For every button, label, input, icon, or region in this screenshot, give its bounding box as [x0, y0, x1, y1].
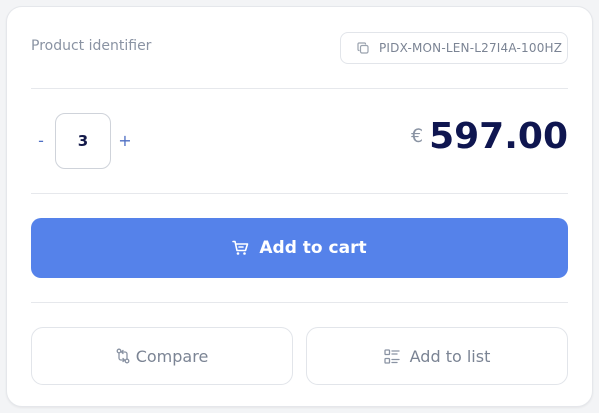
- copy-icon: [357, 42, 369, 54]
- quantity-decrease-button[interactable]: -: [31, 131, 51, 150]
- product-purchase-card: Product identifier PIDX-MON-LEN-L27I4A-1…: [6, 6, 593, 407]
- add-to-list-label: Add to list: [409, 346, 491, 366]
- quantity-input[interactable]: 3: [55, 113, 111, 169]
- price-currency: €: [410, 125, 424, 147]
- add-to-cart-label: Add to cart: [259, 238, 367, 258]
- compare-label: Compare: [135, 346, 209, 366]
- divider: [31, 88, 568, 89]
- divider: [31, 302, 568, 303]
- price: € 597.00: [411, 119, 568, 155]
- quantity-increase-button[interactable]: +: [115, 131, 135, 150]
- price-amount: 597.00: [429, 116, 568, 157]
- list-icon: [383, 348, 400, 364]
- add-to-cart-button[interactable]: Add to cart: [31, 218, 568, 278]
- divider: [31, 193, 568, 194]
- cart-icon: [232, 240, 249, 256]
- add-to-list-button[interactable]: Add to list: [306, 327, 568, 385]
- compare-button[interactable]: Compare: [31, 327, 293, 385]
- compare-icon: [116, 348, 130, 364]
- product-identifier-copy-field[interactable]: PIDX-MON-LEN-L27I4A-100HZ: [340, 32, 568, 64]
- product-identifier-label: Product identifier: [31, 38, 152, 54]
- product-identifier-value: PIDX-MON-LEN-L27I4A-100HZ: [379, 41, 563, 55]
